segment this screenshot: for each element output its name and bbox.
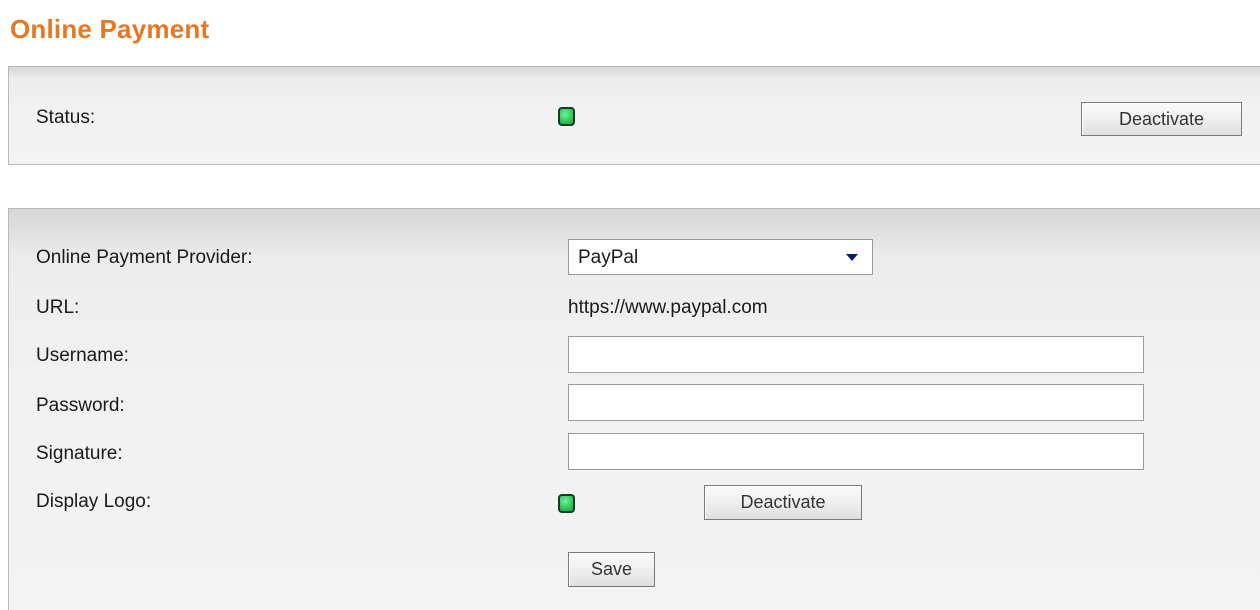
page-title: Online Payment [10, 14, 210, 44]
display-logo-indicator-icon [558, 494, 575, 513]
display-logo-label: Display Logo: [36, 491, 152, 512]
url-value: https://www.paypal.com [568, 297, 768, 318]
url-label: URL: [36, 297, 80, 318]
password-label: Password: [36, 395, 125, 416]
online-payment-page: Online Payment Status: Deactivate Online… [0, 0, 1260, 610]
username-input[interactable] [568, 336, 1144, 373]
username-label: Username: [36, 345, 129, 366]
provider-label: Online Payment Provider: [36, 247, 253, 268]
provider-select[interactable]: PayPal [568, 239, 873, 275]
display-logo-deactivate-button[interactable]: Deactivate [704, 485, 862, 520]
chevron-down-icon [846, 254, 858, 261]
provider-select-value: PayPal [578, 247, 639, 268]
payment-settings-panel: Online Payment Provider: PayPal URL: htt… [8, 208, 1260, 610]
status-label: Status: [36, 107, 96, 128]
status-panel: Status: Deactivate [8, 66, 1260, 165]
password-input[interactable] [568, 384, 1144, 421]
status-indicator-icon [558, 107, 575, 126]
signature-label: Signature: [36, 443, 123, 464]
save-button[interactable]: Save [568, 552, 655, 587]
status-deactivate-button[interactable]: Deactivate [1081, 102, 1242, 136]
signature-input[interactable] [568, 433, 1144, 470]
